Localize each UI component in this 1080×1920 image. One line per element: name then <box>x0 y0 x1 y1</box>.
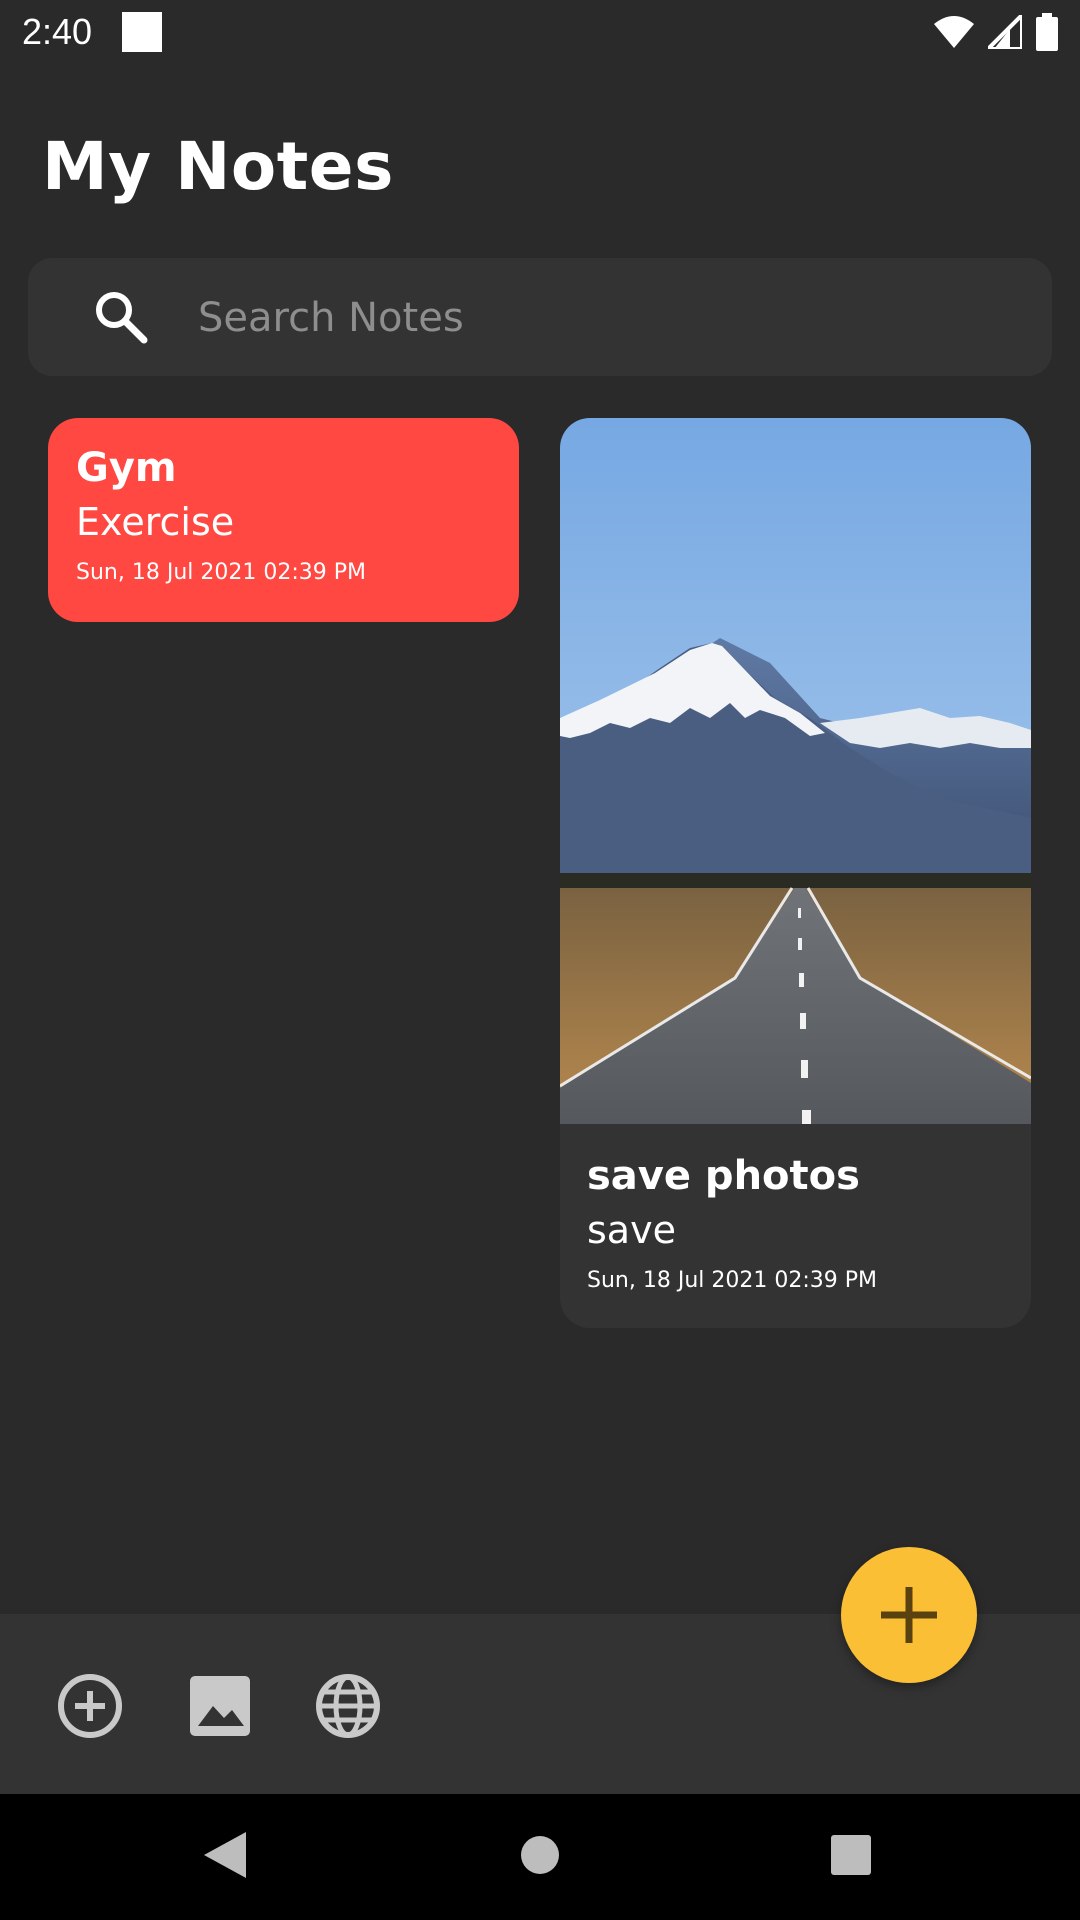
note-title: Gym <box>76 445 177 491</box>
back-triangle-icon[interactable] <box>202 1830 248 1880</box>
status-bar: 2:40 <box>0 0 1080 64</box>
note-title: save photos <box>587 1153 860 1199</box>
status-right <box>934 13 1058 51</box>
note-subtitle: save <box>587 1208 676 1252</box>
status-time: 2:40 <box>22 11 93 52</box>
note-body: save photos save Sun, 18 Jul 2021 02:39 … <box>560 1124 1031 1294</box>
wifi-icon <box>934 16 974 48</box>
search-input[interactable] <box>196 278 1020 358</box>
image-icon[interactable] <box>186 1672 254 1740</box>
recents-square-icon[interactable] <box>830 1830 872 1880</box>
system-nav-bar <box>0 1794 1080 1920</box>
battery-icon <box>1036 13 1058 51</box>
note-card-gym[interactable]: Gym Exercise Sun, 18 Jul 2021 02:39 PM <box>48 418 519 622</box>
note-card-save-photos[interactable]: save photos save Sun, 18 Jul 2021 02:39 … <box>560 418 1031 1328</box>
notification-square-icon <box>122 12 163 52</box>
home-circle-icon[interactable] <box>520 1830 560 1880</box>
search-icon <box>96 292 148 344</box>
page-title: My Notes <box>42 128 394 205</box>
search-bar[interactable] <box>28 258 1052 376</box>
note-date: Sun, 18 Jul 2021 02:39 PM <box>76 559 366 585</box>
plus-icon <box>881 1587 937 1643</box>
add-circle-icon[interactable] <box>56 1672 124 1740</box>
web-globe-icon[interactable] <box>314 1672 382 1740</box>
cellular-signal-icon <box>988 15 1022 49</box>
note-date: Sun, 18 Jul 2021 02:39 PM <box>587 1267 877 1293</box>
mountain-road-photo <box>560 418 1031 1124</box>
note-subtitle: Exercise <box>76 500 235 544</box>
add-note-fab[interactable] <box>841 1547 977 1683</box>
status-left: 2:40 <box>22 11 163 53</box>
